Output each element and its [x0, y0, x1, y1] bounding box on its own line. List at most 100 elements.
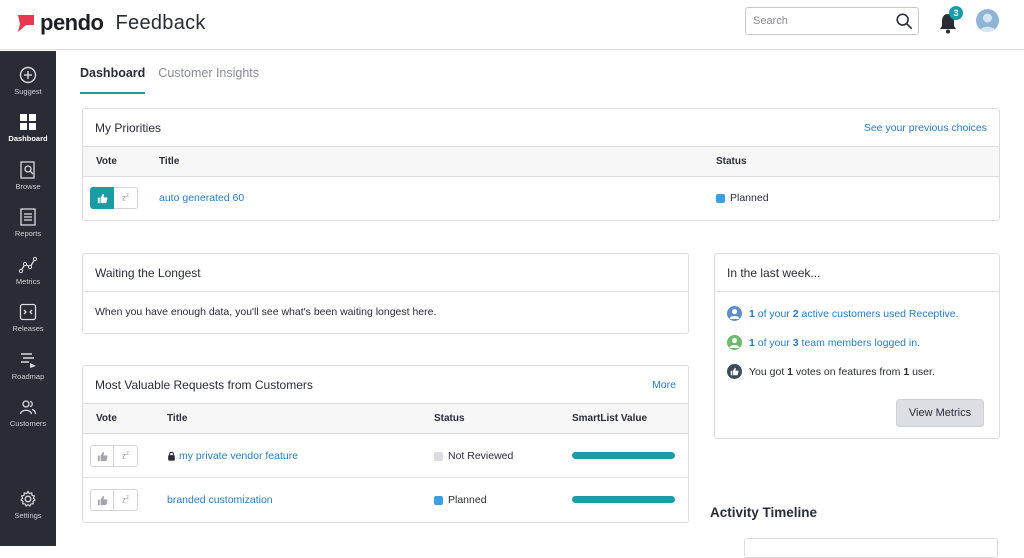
snooze-icon: zz [122, 495, 129, 505]
tab-dashboard[interactable]: Dashboard [80, 66, 146, 94]
panel-title: Most Valuable Requests from Customers [95, 378, 313, 392]
activity-timeline-box [744, 538, 998, 558]
pendo-logo[interactable]: pendo Feedback [14, 10, 206, 36]
team-member-icon [727, 335, 742, 350]
panel-header: Waiting the Longest [83, 254, 688, 292]
logo-wordmark: pendo [40, 10, 104, 35]
sidebar-item-releases[interactable]: Releases [0, 303, 56, 349]
request-title-link[interactable]: branded customization [167, 478, 273, 522]
upvote-button[interactable] [90, 187, 114, 209]
team-members-link[interactable]: 1 of your 3 team members logged in. [749, 337, 920, 349]
releases-icon [19, 303, 37, 321]
sidebar-label: Browse [15, 182, 41, 191]
panel-title: My Priorities [95, 121, 162, 135]
vote-buttons: zz [90, 187, 138, 209]
sidebar-item-reports[interactable]: Reports [0, 208, 56, 254]
plus-circle-icon [19, 66, 37, 84]
status-badge: Not Reviewed [434, 434, 513, 478]
panel-header: My Priorities See your previous choices [83, 109, 999, 147]
col-vote: Vote [96, 413, 117, 424]
search-input[interactable] [746, 8, 886, 34]
table-row: zz branded customization Planned [83, 478, 688, 522]
notification-badge: 3 [949, 6, 963, 20]
team-members-stat: 1 of your 3 team members logged in. [727, 335, 920, 350]
lock-icon [168, 451, 175, 461]
status-badge: Planned [716, 177, 769, 220]
panel-header: Most Valuable Requests from Customers Mo… [83, 366, 688, 404]
request-title-link[interactable]: auto generated 60 [159, 177, 244, 220]
see-previous-choices-link[interactable]: See your previous choices [864, 109, 987, 147]
active-customers-link[interactable]: 1 of your 2 active customers used Recept… [749, 308, 959, 320]
sidebar-label: Reports [14, 229, 42, 238]
tab-customer-insights[interactable]: Customer Insights [158, 66, 259, 94]
status-text: Planned [730, 192, 769, 204]
gear-icon [20, 490, 36, 508]
most-valuable-panel: Most Valuable Requests from Customers Mo… [82, 365, 689, 523]
last-week-panel: In the last week... 1 of your 2 active c… [714, 253, 1000, 439]
reports-icon [20, 208, 36, 226]
table-header: Vote Title Status [83, 147, 999, 177]
search-box[interactable] [745, 7, 919, 35]
user-avatar[interactable] [976, 9, 999, 32]
col-status: Status [716, 156, 747, 167]
snooze-icon: zz [122, 451, 129, 461]
sidebar-label: Roadmap [11, 372, 45, 381]
status-dot [716, 194, 725, 203]
my-priorities-panel: My Priorities See your previous choices … [82, 108, 1000, 221]
value-bar-fill [572, 452, 675, 459]
col-smartlist-value: SmartList Value [572, 413, 648, 424]
sidebar-label: Releases [12, 324, 44, 333]
col-vote: Vote [96, 156, 117, 167]
activity-timeline-title: Activity Timeline [710, 505, 818, 520]
sidebar-label: Suggest [14, 87, 42, 96]
table-row: zz my private vendor feature Not Reviewe… [83, 434, 688, 478]
table-header: Vote Title Status SmartList Value [83, 404, 688, 434]
upvote-button[interactable] [90, 445, 114, 467]
customers-icon [19, 400, 37, 415]
more-link[interactable]: More [652, 366, 676, 404]
snooze-icon: zz [122, 193, 129, 203]
vote-buttons: zz [90, 445, 138, 467]
active-customers-stat: 1 of your 2 active customers used Recept… [727, 306, 959, 321]
view-metrics-button[interactable]: View Metrics [896, 399, 984, 427]
sidebar-item-roadmap[interactable]: Roadmap [0, 351, 56, 397]
request-title-link[interactable]: my private vendor feature [179, 434, 298, 478]
smartlist-value-bar [572, 496, 675, 503]
sidebar-item-suggest[interactable]: Suggest [0, 66, 56, 112]
snooze-button[interactable]: zz [114, 187, 138, 209]
sidebar-item-settings[interactable]: Settings [0, 490, 56, 536]
sidebar-label: Metrics [15, 277, 41, 286]
sidebar-label: Customers [9, 419, 47, 428]
smartlist-value-bar [572, 452, 675, 459]
snooze-button[interactable]: zz [114, 445, 138, 467]
thumbs-up-icon [97, 451, 108, 461]
panel-header: In the last week... [715, 254, 999, 292]
thumbs-up-icon [727, 364, 742, 379]
value-bar-fill [572, 496, 675, 503]
sidebar-item-dashboard[interactable]: Dashboard [0, 113, 56, 159]
sidebar-label: Dashboard [8, 134, 48, 143]
pendo-logo-icon [18, 15, 34, 32]
status-text: Planned [448, 494, 487, 506]
col-title: Title [159, 156, 180, 167]
status-badge: Planned [434, 478, 487, 522]
col-title: Title [167, 413, 188, 424]
sidebar-item-metrics[interactable]: Metrics [0, 256, 56, 302]
sidebar-item-browse[interactable]: Browse [0, 161, 56, 207]
status-text: Not Reviewed [448, 450, 514, 462]
upvote-button[interactable] [90, 489, 114, 511]
sidebar: Suggest Dashboard Browse Reports Metrics… [0, 51, 56, 546]
customer-icon [727, 306, 742, 321]
table-row: zz auto generated 60 Planned [83, 177, 999, 220]
status-dot [434, 495, 443, 505]
thumbs-up-icon [97, 495, 108, 505]
request-title: my private vendor feature [167, 434, 298, 478]
snooze-button[interactable]: zz [114, 489, 138, 511]
votes-stat: You got 1 votes on features from 1 user. [727, 364, 935, 379]
sidebar-item-customers[interactable]: Customers [0, 398, 56, 444]
thumbs-up-icon [97, 193, 108, 203]
tab-bar: Dashboard Customer Insights [80, 66, 272, 94]
search-icon[interactable] [895, 12, 913, 30]
empty-message: When you have enough data, you'll see wh… [95, 306, 437, 318]
grid-icon [20, 114, 36, 130]
